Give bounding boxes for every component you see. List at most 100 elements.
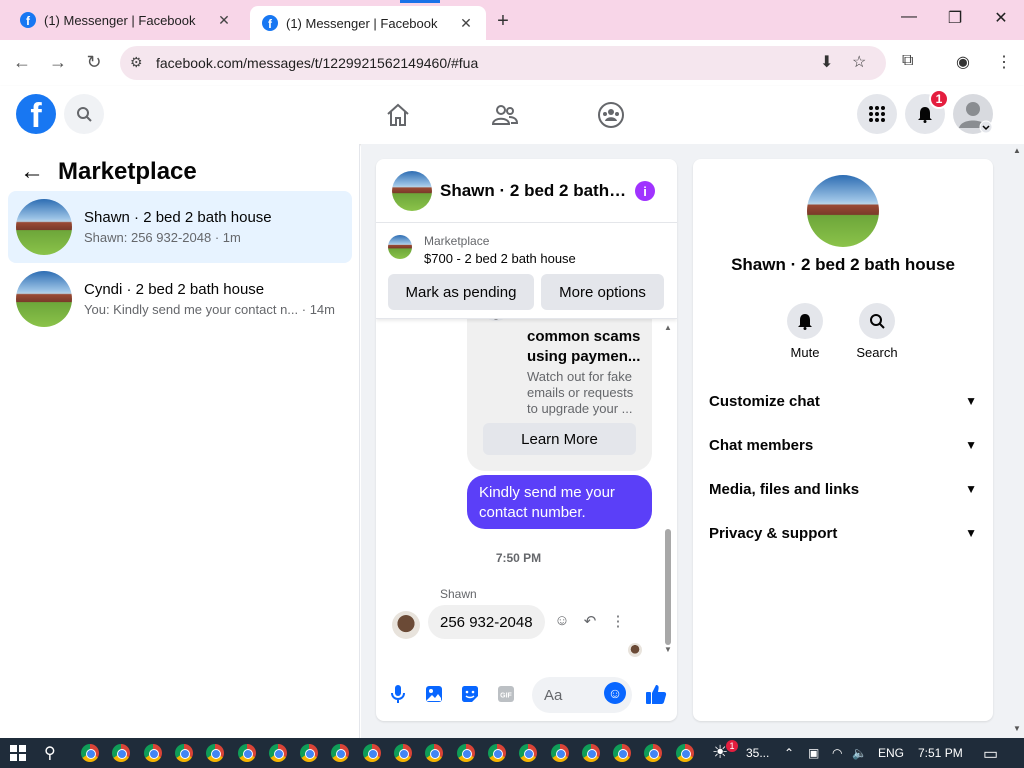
taskbar-search-icon[interactable]: ⚲ (44, 743, 56, 763)
more-options-button[interactable]: More options (541, 274, 664, 310)
browser-tab-2[interactable]: f (1) Messenger | Facebook ✕ (250, 0, 486, 40)
more-actions-icon[interactable]: ⋮ (608, 612, 628, 630)
customize-chat-row[interactable]: Customize chat ▼ (709, 383, 977, 419)
profile-icon[interactable]: ◉ (956, 52, 970, 72)
chrome-window-icon[interactable] (394, 744, 412, 762)
scroll-down-icon[interactable]: ▼ (664, 645, 672, 654)
search-icon[interactable] (64, 94, 104, 134)
bookmark-star-icon[interactable]: ☆ (852, 52, 866, 72)
chrome-window-icon[interactable] (675, 744, 694, 762)
conversation-name: Cyndi · 2 bed 2 bath house (84, 281, 265, 298)
microphone-icon[interactable] (387, 683, 409, 705)
facebook-logo-icon[interactable]: f (16, 94, 56, 134)
chrome-window-icon[interactable] (613, 744, 632, 762)
friends-icon[interactable] (490, 100, 520, 130)
weather-temp[interactable]: 35... (746, 746, 769, 760)
tab-search-icon[interactable]: ⧉ (902, 52, 913, 70)
seen-indicator-avatar (628, 643, 642, 657)
chrome-window-icon[interactable] (112, 744, 131, 762)
home-icon[interactable] (383, 100, 413, 130)
site-settings-icon[interactable]: ⚙ (130, 54, 143, 71)
sticker-icon[interactable] (459, 683, 481, 705)
chrome-window-icon[interactable] (143, 744, 162, 762)
groups-icon[interactable] (596, 100, 626, 130)
scroll-thumb[interactable] (665, 529, 671, 645)
back-icon[interactable]: ← (10, 52, 34, 73)
mute-button[interactable]: Mute (775, 303, 835, 360)
notification-center-icon[interactable]: ▭ (983, 744, 998, 764)
scam-warning-title: common scams using paymen... (527, 328, 641, 365)
chrome-window-icon[interactable] (300, 744, 319, 762)
close-tab-icon[interactable]: ✕ (458, 15, 474, 32)
marketplace-listing-box: Marketplace $700 - 2 bed 2 bath house Ma… (376, 223, 677, 319)
chat-header[interactable]: Shawn · 2 bed 2 bath house i (376, 159, 677, 223)
listing-thumbnail[interactable] (388, 235, 412, 259)
device-icon[interactable]: ▣ (808, 746, 819, 760)
notification-badge: 1 (929, 89, 949, 109)
search-conversation-button[interactable]: Search (847, 303, 907, 360)
reload-icon[interactable]: ↻ (82, 52, 106, 73)
image-icon[interactable] (423, 683, 445, 705)
url-bar[interactable]: ⚙ facebook.com/messages/t/12299215621494… (120, 46, 886, 80)
chrome-window-icon[interactable] (644, 744, 663, 762)
sender-avatar[interactable] (392, 611, 420, 639)
learn-more-button[interactable]: Learn More (483, 423, 636, 455)
thumbs-up-icon[interactable] (644, 683, 668, 705)
listing-title[interactable]: $700 - 2 bed 2 bath house (424, 251, 576, 266)
chrome-window-icon[interactable] (456, 744, 475, 762)
account-avatar[interactable] (953, 94, 993, 134)
chat-members-row[interactable]: Chat members ▼ (709, 427, 977, 463)
chevron-down-icon: ▼ (965, 482, 977, 496)
info-icon[interactable]: i (635, 181, 655, 201)
chrome-window-icon[interactable] (581, 744, 600, 762)
conversation-item-cyndi[interactable]: Cyndi · 2 bed 2 bath house You: Kindly s… (8, 263, 352, 335)
page-scrollbar[interactable]: ▲ ▼ (1010, 144, 1024, 738)
show-hidden-icons-icon[interactable]: ⌃ (784, 746, 794, 760)
mark-as-pending-button[interactable]: Mark as pending (388, 274, 534, 310)
chrome-window-icon[interactable] (331, 744, 350, 762)
media-files-links-row[interactable]: Media, files and links ▼ (709, 471, 977, 507)
close-window-icon[interactable]: ✕ (978, 8, 1024, 28)
browser-menu-icon[interactable]: ⋮ (996, 52, 1012, 72)
conversation-item-shawn[interactable]: Shawn · 2 bed 2 bath house Shawn: 256 93… (8, 191, 352, 263)
sender-name: Shawn (440, 587, 477, 601)
browser-tab-1[interactable]: f (1) Messenger | Facebook ✕ (8, 0, 244, 40)
privacy-support-row[interactable]: Privacy & support ▼ (709, 515, 977, 551)
forward-icon[interactable]: → (46, 52, 70, 73)
menu-grid-icon[interactable] (857, 94, 897, 134)
chrome-window-icon[interactable] (550, 744, 569, 762)
chrome-window-icon[interactable] (487, 744, 506, 762)
message-composer: GIF Aa ☺ (376, 671, 677, 721)
wifi-icon[interactable]: ◠ (832, 746, 842, 760)
maximize-window-icon[interactable]: ❐ (932, 8, 978, 28)
house-avatar[interactable] (807, 175, 879, 247)
react-emoji-icon[interactable]: ☺ (552, 612, 572, 629)
chrome-window-icon[interactable] (362, 744, 381, 762)
info-panel-name: Shawn · 2 bed 2 bath house (731, 255, 955, 274)
new-tab-button[interactable]: + (492, 10, 514, 33)
close-tab-icon[interactable]: ✕ (216, 12, 232, 29)
chrome-window-icon[interactable] (519, 744, 538, 762)
chrome-window-icon[interactable] (81, 744, 99, 762)
chrome-window-icon[interactable] (174, 744, 193, 762)
chrome-window-icon[interactable] (237, 744, 256, 762)
windows-taskbar: ⚲ ☀ 1 35... ⌃ ▣ ◠ 🔈 ENG 7:51 PM ▭ (0, 738, 1024, 768)
scroll-up-icon[interactable]: ▲ (664, 323, 672, 332)
reply-icon[interactable]: ↶ (580, 612, 600, 630)
chrome-window-icon[interactable] (206, 744, 225, 762)
chrome-window-icon[interactable] (268, 744, 287, 762)
windows-start-icon[interactable] (10, 745, 26, 761)
language-indicator[interactable]: ENG (878, 746, 904, 760)
volume-icon[interactable]: 🔈 (852, 746, 867, 760)
install-app-icon[interactable]: ⬇ (820, 52, 833, 72)
scroll-up-icon[interactable]: ▲ (1013, 146, 1021, 155)
minimize-window-icon[interactable]: — (886, 8, 932, 26)
emoji-icon[interactable]: ☺ (604, 682, 626, 704)
chrome-window-icon[interactable] (425, 744, 444, 762)
thread-scrollbar[interactable]: ▲ ▼ (664, 319, 672, 661)
gif-icon[interactable]: GIF (495, 683, 517, 705)
chat-title: Shawn · 2 bed 2 bath house (440, 180, 628, 200)
clock[interactable]: 7:51 PM (918, 746, 963, 760)
scroll-down-icon[interactable]: ▼ (1013, 724, 1021, 733)
back-arrow-icon[interactable]: ← (20, 158, 44, 186)
